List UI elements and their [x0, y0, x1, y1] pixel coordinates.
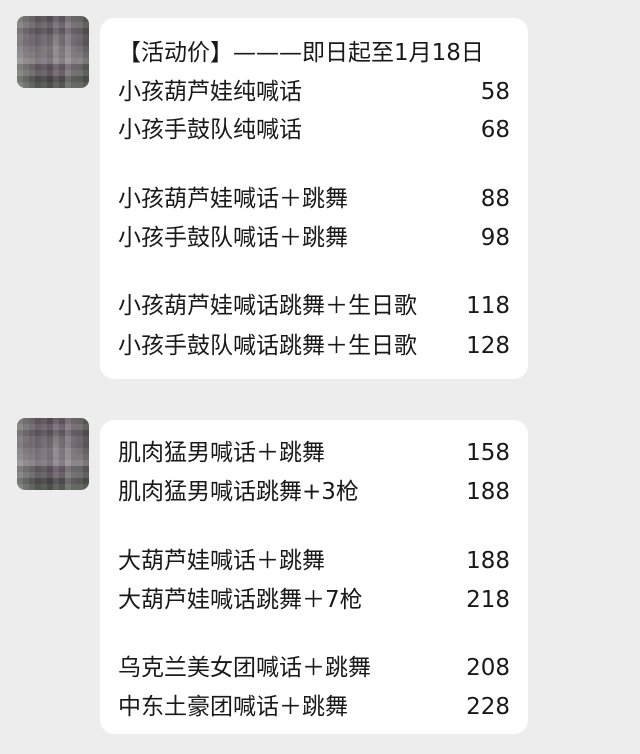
- item-price: 118: [466, 293, 510, 319]
- price-list-item: 肌肉猛男喊话＋跳舞 158: [118, 438, 510, 468]
- price-list-header: 【活动价】———即日起至1月18日: [118, 38, 510, 68]
- price-list-item: 小孩手鼓队喊话＋跳舞 98: [118, 223, 510, 253]
- price-list-item: 大葫芦娃喊话跳舞＋7枪 218: [118, 585, 510, 615]
- item-label: 小孩手鼓队纯喊话: [118, 117, 302, 143]
- sender-avatar[interactable]: [17, 418, 89, 490]
- item-price: 68: [480, 117, 510, 143]
- sender-avatar[interactable]: [17, 16, 89, 88]
- item-price: 188: [466, 548, 510, 574]
- price-list-item: 小孩手鼓队喊话跳舞＋生日歌 128: [118, 331, 510, 361]
- item-label: 肌肉猛男喊话＋跳舞: [118, 440, 325, 466]
- price-list-item: 小孩手鼓队纯喊话 68: [118, 115, 510, 145]
- item-label: 小孩葫芦娃纯喊话: [118, 79, 302, 105]
- item-price: 188: [466, 479, 510, 505]
- item-label: 大葫芦娃喊话＋跳舞: [118, 548, 325, 574]
- item-label: 肌肉猛男喊话跳舞+3枪: [118, 479, 359, 505]
- item-label: 乌克兰美女团喊话＋跳舞: [118, 655, 371, 681]
- price-list-item: 肌肉猛男喊话跳舞+3枪 188: [118, 477, 510, 507]
- item-price: 98: [480, 225, 510, 251]
- price-list-item: 小孩葫芦娃纯喊话 58: [118, 77, 510, 107]
- price-list-item: 中东土豪团喊话＋跳舞 228: [118, 692, 510, 722]
- item-label: 中东土豪团喊话＋跳舞: [118, 694, 348, 720]
- header-text: 【活动价】———即日起至1月18日: [118, 40, 484, 66]
- item-price: 228: [466, 694, 510, 720]
- item-label: 小孩手鼓队喊话跳舞＋生日歌: [118, 333, 417, 359]
- item-price: 158: [466, 440, 510, 466]
- price-list-item: 小孩葫芦娃喊话跳舞＋生日歌 118: [118, 291, 510, 321]
- item-label: 小孩手鼓队喊话＋跳舞: [118, 225, 348, 251]
- price-list-item: 大葫芦娃喊话＋跳舞 188: [118, 546, 510, 576]
- message-bubble[interactable]: 【活动价】———即日起至1月18日 小孩葫芦娃纯喊话 58 小孩手鼓队纯喊话 6…: [100, 18, 528, 379]
- item-label: 小孩葫芦娃喊话＋跳舞: [118, 186, 348, 212]
- item-label: 小孩葫芦娃喊话跳舞＋生日歌: [118, 293, 417, 319]
- item-price: 88: [480, 186, 510, 212]
- item-label: 大葫芦娃喊话跳舞＋7枪: [118, 587, 363, 613]
- item-price: 128: [466, 333, 510, 359]
- item-price: 218: [466, 587, 510, 613]
- item-price: 208: [466, 655, 510, 681]
- price-list-item: 小孩葫芦娃喊话＋跳舞 88: [118, 184, 510, 214]
- item-price: 58: [480, 79, 510, 105]
- price-list-item: 乌克兰美女团喊话＋跳舞 208: [118, 653, 510, 683]
- message-bubble[interactable]: 肌肉猛男喊话＋跳舞 158 肌肉猛男喊话跳舞+3枪 188 大葫芦娃喊话＋跳舞 …: [100, 420, 528, 734]
